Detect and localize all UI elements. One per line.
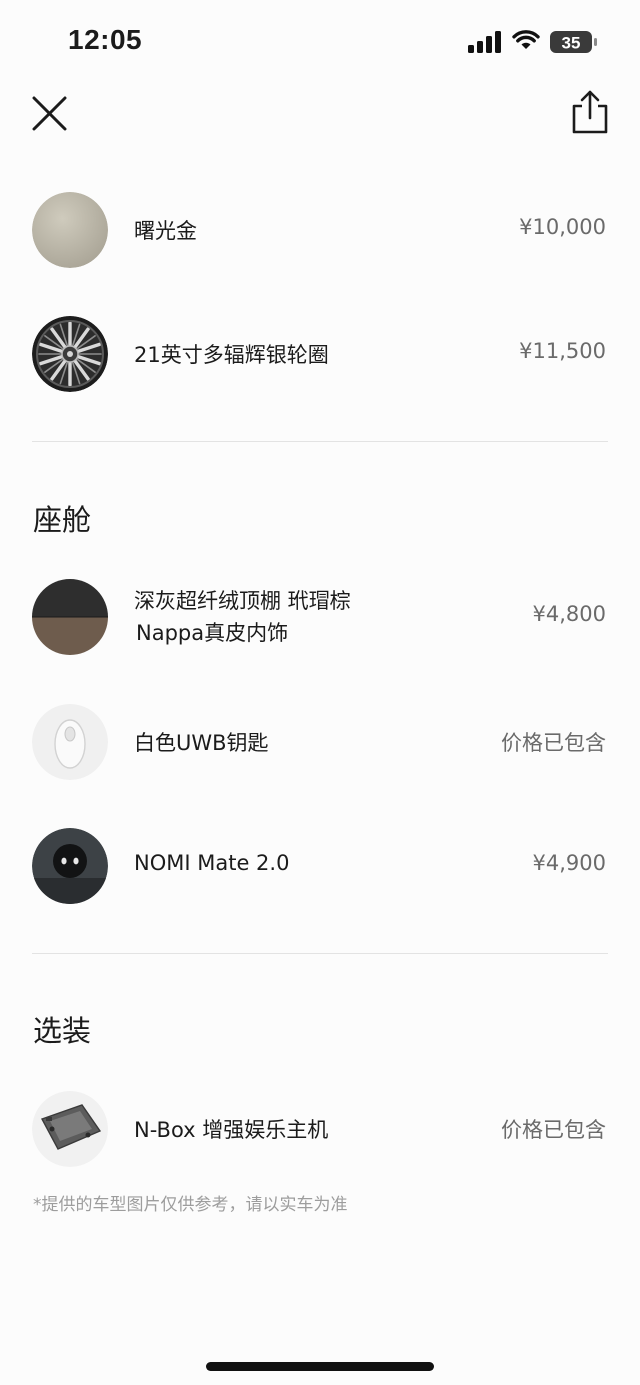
uwb-key-icon	[32, 704, 108, 780]
status-bar: 12:05 35	[0, 0, 640, 80]
item-price: ¥4,900	[532, 851, 606, 875]
footnote: *提供的车型图片仅供参考，请以实车为准	[33, 1195, 348, 1215]
list-item: NOMI Mate 2.0 ¥4,900	[0, 826, 640, 906]
home-indicator[interactable]	[206, 1362, 434, 1371]
list-item: 21英寸多辐辉银轮圈 ¥11,500	[0, 314, 640, 394]
item-label: 21英寸多辐辉银轮圈	[134, 343, 329, 367]
list-item: N-Box 增强娱乐主机 价格已包含	[0, 1089, 640, 1169]
divider	[32, 953, 608, 954]
item-label-line2: Nappa真皮内饰	[136, 621, 289, 645]
item-label: 曙光金	[134, 219, 197, 243]
item-label: NOMI Mate 2.0	[134, 851, 290, 875]
interior-swatch-icon	[32, 579, 108, 655]
divider	[32, 441, 608, 442]
item-label: N-Box 增强娱乐主机	[134, 1118, 329, 1142]
item-price: 价格已包含	[501, 731, 606, 755]
item-label-line1: 深灰超纤绒顶棚 玳瑁棕	[134, 589, 351, 613]
signal-icon	[468, 31, 501, 53]
section-title-cabin: 座舱	[33, 503, 92, 537]
item-label: 白色UWB钥匙	[134, 731, 269, 755]
close-button[interactable]	[28, 92, 72, 136]
battery-icon: 35	[550, 31, 597, 53]
status-time: 12:05	[68, 24, 143, 55]
gold-paint-swatch-icon	[32, 192, 108, 268]
nbox-device-icon	[32, 1091, 108, 1167]
list-item: 曙光金 ¥10,000	[0, 190, 640, 270]
close-icon	[32, 96, 67, 131]
list-item: 深灰超纤绒顶棚 玳瑁棕 Nappa真皮内饰 ¥4,800	[0, 577, 640, 657]
battery-level: 35	[562, 34, 581, 53]
item-price: 价格已包含	[501, 1118, 606, 1142]
share-button[interactable]	[568, 88, 612, 136]
nomi-robot-icon	[32, 828, 108, 904]
section-title-options: 选装	[33, 1014, 92, 1048]
item-price: ¥10,000	[519, 215, 606, 239]
wifi-icon	[512, 30, 540, 49]
item-price: ¥11,500	[519, 339, 606, 363]
share-icon	[572, 90, 608, 134]
item-price: ¥4,800	[532, 602, 606, 626]
wheel-rim-icon	[32, 316, 108, 392]
list-item: 白色UWB钥匙 价格已包含	[0, 702, 640, 782]
